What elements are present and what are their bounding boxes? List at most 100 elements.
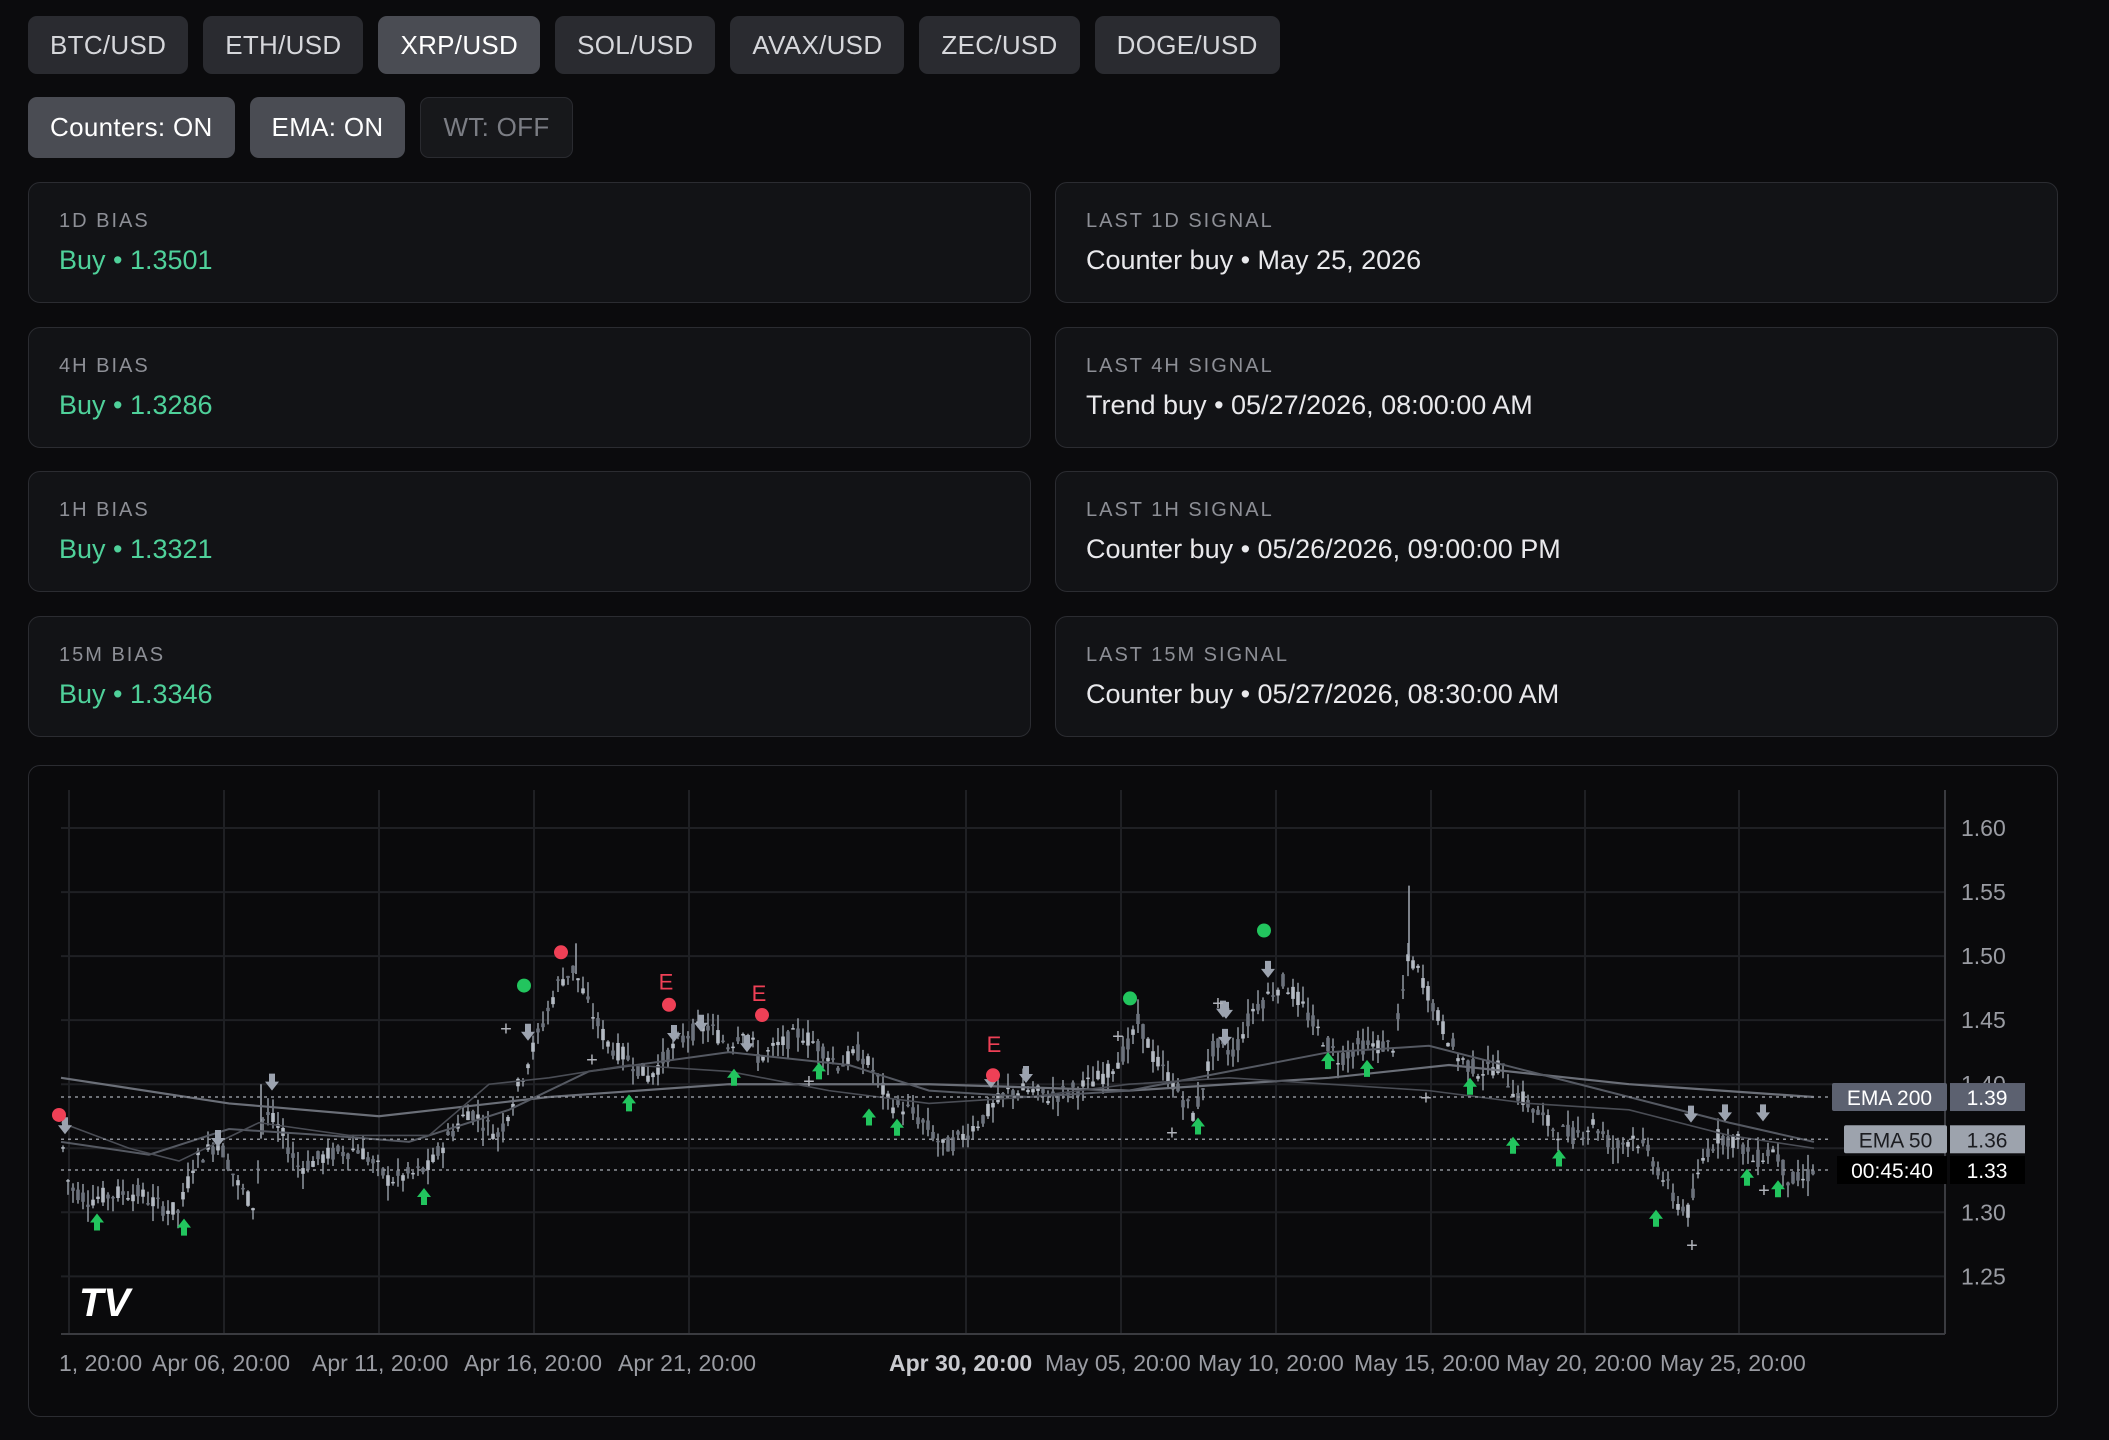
candle-body [1801, 1178, 1805, 1181]
pair-selector: BTC/USD ETH/USD XRP/USD SOL/USD AVAX/USD ZEC/… [28, 16, 1280, 74]
price-chart-panel[interactable]: 1.601.551.501.451.401.301.251, 20:00Apr … [28, 765, 2058, 1417]
candle-body [1366, 1040, 1370, 1045]
candle-body [1776, 1154, 1780, 1162]
pair-button-xrp-usd[interactable]: XRP/USD [378, 16, 541, 74]
candle-body [811, 1041, 815, 1043]
candle-body [266, 1112, 270, 1115]
time-axis-label: Apr 30, 20:00 [889, 1350, 1032, 1376]
pair-button-avax-usd[interactable]: AVAX/USD [730, 16, 905, 74]
candle-body [551, 997, 555, 1005]
pair-button-zec-usd[interactable]: ZEC/USD [919, 16, 1080, 74]
sell-signal-dot [755, 1008, 769, 1023]
candle-body [486, 1119, 490, 1122]
candle-body [1001, 1092, 1005, 1095]
candle-body [476, 1114, 480, 1119]
buy-signal-dot [1257, 923, 1271, 938]
candle-body [1241, 1034, 1245, 1039]
candle-body [1756, 1149, 1760, 1167]
candle-body [601, 1028, 605, 1041]
candle-body [341, 1151, 345, 1157]
candle-body [821, 1046, 825, 1059]
candle-body [1781, 1159, 1785, 1176]
candle-body [451, 1130, 455, 1137]
candle-body [286, 1147, 290, 1154]
bias-card-15m-value: Buy • 1.3346 [59, 679, 213, 709]
candle-body [1256, 1003, 1260, 1011]
time-axis-label: Apr 16, 20:00 [464, 1350, 602, 1376]
candle-body [1151, 1051, 1155, 1062]
candle-body [1691, 1188, 1695, 1198]
candle-body [1721, 1135, 1725, 1146]
candle-body [1376, 1040, 1380, 1054]
candle-body [1271, 995, 1275, 997]
pair-button-eth-usd[interactable]: ETH/USD [203, 16, 364, 74]
candle-body [806, 1032, 810, 1046]
bias-card-1h-value: Buy • 1.3321 [59, 534, 213, 564]
time-axis-label: May 05, 20:00 [1045, 1350, 1191, 1376]
bias-card-4h: 4H BIAS Buy • 1.3286 [28, 327, 1031, 448]
candle-body [366, 1157, 370, 1162]
pair-button-sol-usd[interactable]: SOL/USD [555, 16, 716, 74]
toggle-wt-button[interactable]: WT: OFF [420, 97, 573, 158]
sell-signal-dot [52, 1107, 66, 1122]
toggle-counters-button[interactable]: Counters: ON [28, 97, 235, 158]
candle-body [561, 979, 565, 986]
pair-button-btc-usd[interactable]: BTC/USD [28, 16, 189, 74]
candle-body [1576, 1130, 1580, 1133]
candle-body [1811, 1170, 1815, 1175]
candle-body [1616, 1140, 1620, 1149]
signal-card-4h-value: Trend buy • 05/27/2026, 08:00:00 AM [1086, 390, 1533, 420]
candle-body [1651, 1161, 1655, 1167]
candle-body [1236, 1039, 1240, 1051]
candle-body [1231, 1049, 1235, 1057]
candle-body [176, 1210, 180, 1214]
buy-arrow-icon [1740, 1168, 1754, 1186]
candle-body [1026, 1089, 1030, 1093]
candle-body [326, 1147, 330, 1159]
sell-arrow-icon [1261, 960, 1275, 978]
candle-body [416, 1166, 420, 1168]
candle-body [446, 1131, 450, 1136]
candle-body [981, 1115, 985, 1124]
pair-button-doge-usd[interactable]: DOGE/USD [1094, 16, 1280, 74]
candle-body [1086, 1077, 1090, 1080]
candle-body [146, 1203, 150, 1205]
candle-body [1441, 1021, 1445, 1035]
candle-body [1591, 1119, 1595, 1125]
sell-arrow-icon [1718, 1104, 1732, 1122]
candle-body [1291, 986, 1295, 999]
candle-body [1561, 1125, 1565, 1127]
candle-body [1711, 1149, 1715, 1151]
candle-body [766, 1050, 770, 1052]
candle-body [1421, 978, 1425, 988]
candle-body [426, 1160, 430, 1171]
candle-body [1296, 991, 1300, 1006]
signal-card-1d: LAST 1D SIGNAL Counter buy • May 25, 2026 [1055, 182, 2058, 303]
event-marker-label: E [752, 981, 767, 1006]
candle-body [1541, 1112, 1545, 1116]
candle-body [136, 1184, 140, 1197]
signal-card-1h: LAST 1H SIGNAL Counter buy • 05/26/2026, … [1055, 471, 2058, 592]
candle-body [671, 1043, 675, 1049]
candle-body [501, 1123, 505, 1132]
candle-body [1746, 1147, 1750, 1152]
candle-body [1506, 1086, 1510, 1088]
candle-body [1621, 1142, 1625, 1145]
candle-body [861, 1058, 865, 1065]
candle-body [441, 1147, 445, 1154]
plus-marker: + [586, 1049, 598, 1071]
sell-arrow-icon [1684, 1105, 1698, 1123]
candle-body [1041, 1089, 1045, 1094]
candle-body [606, 1041, 610, 1047]
candle-body [156, 1197, 160, 1200]
event-marker-label: E [987, 1032, 1002, 1057]
price-chart[interactable]: 1.601.551.501.451.401.301.251, 20:00Apr … [29, 766, 2058, 1417]
candle-body [1766, 1149, 1770, 1157]
candle-body [851, 1049, 855, 1054]
candle-body [586, 996, 590, 1000]
candle-body [1301, 1001, 1305, 1004]
candle-body [531, 1042, 535, 1052]
candle-body [1796, 1172, 1800, 1181]
candle-body [1326, 1037, 1330, 1052]
toggle-ema-button[interactable]: EMA: ON [249, 97, 406, 158]
